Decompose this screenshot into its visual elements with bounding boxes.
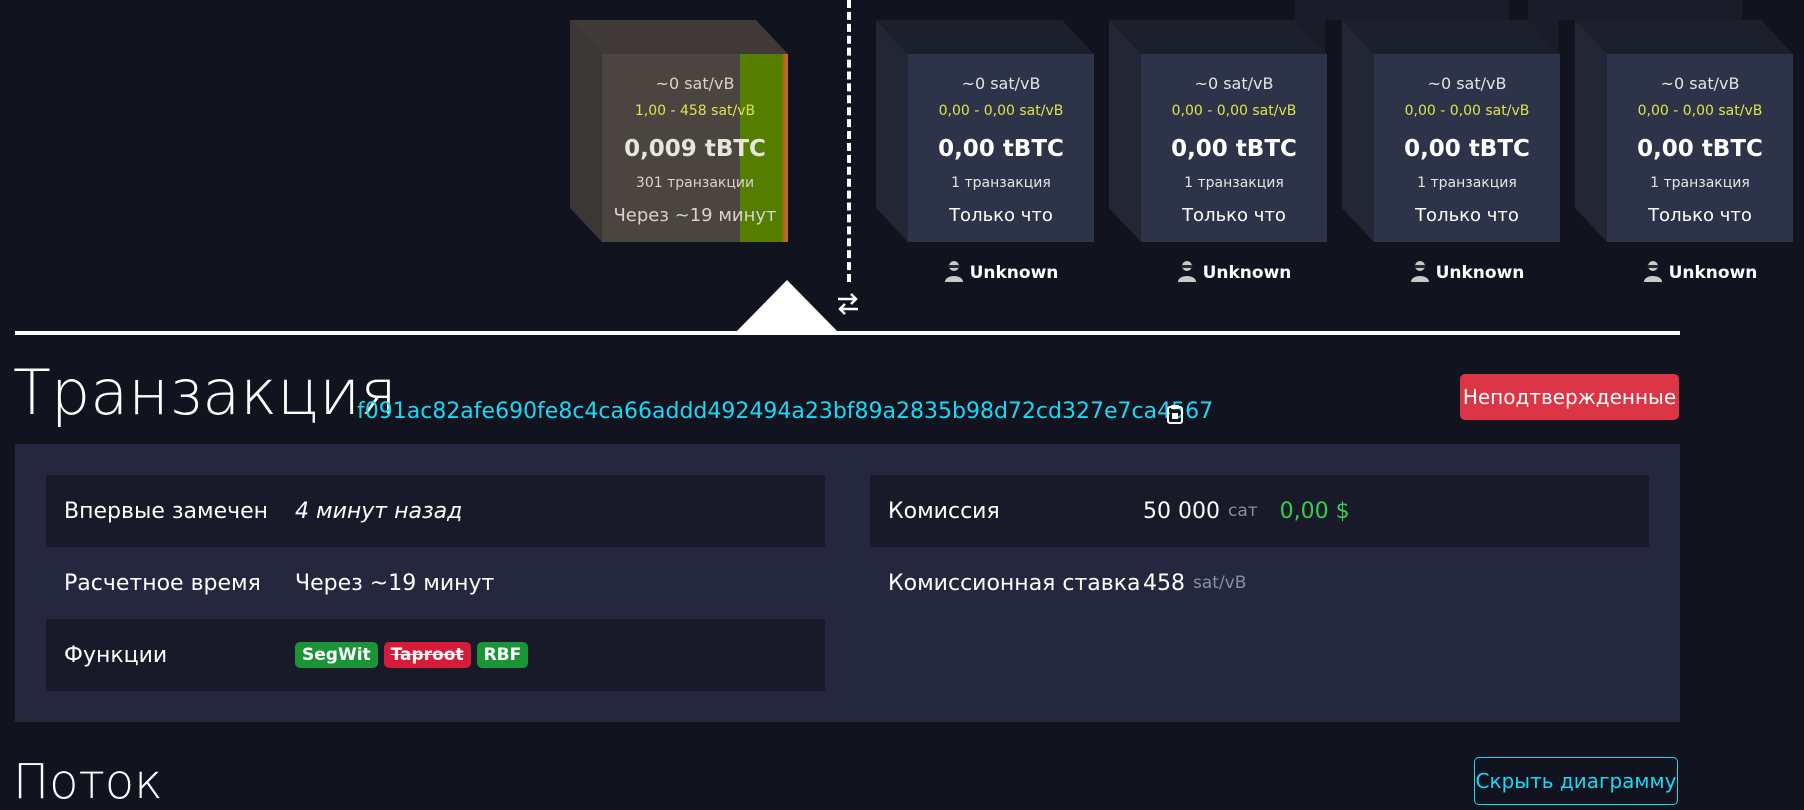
block-total: 0,00 tBTC	[938, 136, 1064, 162]
miner-label[interactable]: Unknown	[1374, 260, 1560, 283]
tag-segwit[interactable]: SegWit	[295, 642, 378, 668]
clipboard-icon[interactable]	[1166, 404, 1184, 428]
block[interactable]: ~0 sat/vB 0,00 - 0,00 sat/vB 0,00 tBTC 1…	[1575, 20, 1793, 242]
mempool-chain-divider	[847, 0, 851, 282]
hide-diagram-button[interactable]: Скрыть диаграмму	[1474, 757, 1678, 805]
fee-range: 0,00 - 0,00 sat/vB	[1171, 103, 1297, 119]
blockchain-baseline	[15, 331, 1680, 335]
miner-name: Unknown	[1435, 263, 1525, 283]
tx-count: 1 транзакция	[1417, 175, 1517, 191]
first-seen-label: Впервые замечен	[64, 498, 269, 524]
detail-row-features: Функции SegWit Taproot RBF	[46, 619, 825, 691]
page-title: Транзакция	[13, 356, 397, 429]
transaction-details: Впервые замечен 4 минут назад Расчетное …	[15, 444, 1680, 722]
miner-name: Unknown	[1668, 263, 1758, 283]
block[interactable]: ~0 sat/vB 0,00 - 0,00 sat/vB 0,00 tBTC 1…	[1109, 20, 1327, 242]
block-time: Только что	[949, 205, 1053, 226]
miner-name: Unknown	[1202, 263, 1292, 283]
feature-tags: SegWit Taproot RBF	[295, 642, 534, 668]
fee-range: 0,00 - 0,00 sat/vB	[1404, 103, 1530, 119]
fee-label: Комиссия	[888, 498, 1000, 524]
eta-label: Расчетное время	[64, 570, 261, 596]
block-total: 0,009 tBTC	[624, 136, 766, 162]
first-seen-value: 4 минут назад	[295, 498, 463, 524]
median-fee: ~0 sat/vB	[1660, 74, 1740, 93]
selected-block-arrow	[734, 280, 840, 334]
detail-row-fee-rate: Комиссионная ставка 458 sat/vB	[870, 547, 1649, 619]
miner-avatar-icon	[1177, 261, 1196, 282]
fee-value: 50 000	[1143, 498, 1220, 524]
block-total: 0,00 tBTC	[1404, 136, 1530, 162]
miner-avatar-icon	[1410, 261, 1429, 282]
block-time: Только что	[1182, 205, 1286, 226]
detail-row-eta: Расчетное время Через ~19 минут	[46, 547, 825, 619]
median-fee: ~0 sat/vB	[961, 74, 1041, 93]
detail-row-first-seen: Впервые замечен 4 минут назад	[46, 475, 825, 547]
block-time: Только что	[1648, 205, 1752, 226]
block[interactable]: ~0 sat/vB 0,00 - 0,00 sat/vB 0,00 tBTC 1…	[1342, 20, 1560, 242]
tag-rbf[interactable]: RBF	[476, 642, 529, 668]
block-stack-shadow	[1528, 0, 1742, 20]
tx-count: 1 транзакция	[1184, 175, 1284, 191]
mempool-block[interactable]: ~0 sat/vB 1,00 - 458 sat/vB 0,009 tBTC 3…	[570, 20, 788, 242]
miner-avatar-icon	[1643, 261, 1662, 282]
section-title-flow: Поток	[13, 754, 163, 810]
detail-row-fee: Комиссия 50 000 сат 0,00 $	[870, 475, 1649, 547]
miner-label[interactable]: Unknown	[1141, 260, 1327, 283]
status-badge: Неподтвержденные	[1460, 374, 1679, 420]
block-stack-shadow	[1295, 0, 1509, 20]
eta-value: Через ~19 минут	[295, 570, 495, 596]
tx-count: 301 транзакции	[635, 175, 755, 191]
miner-label[interactable]: Unknown	[1607, 260, 1793, 283]
block-total: 0,00 tBTC	[1171, 136, 1297, 162]
fee-unit: сат	[1227, 501, 1258, 521]
median-fee: ~0 sat/vB	[1427, 74, 1507, 93]
fee-rate-value: 458	[1143, 570, 1185, 596]
miner-name: Unknown	[969, 263, 1059, 283]
eta: Через ~19 минут	[613, 205, 777, 226]
median-fee: ~0 sat/vB	[1194, 74, 1274, 93]
block-total: 0,00 tBTC	[1637, 136, 1763, 162]
tx-count: 1 транзакция	[951, 175, 1051, 191]
fee-range: 0,00 - 0,00 sat/vB	[938, 103, 1064, 119]
fee-range: 0,00 - 0,00 sat/vB	[1637, 103, 1763, 119]
fee-usd: 0,00 $	[1279, 498, 1350, 524]
block-time: Только что	[1415, 205, 1519, 226]
tx-count: 1 транзакция	[1650, 175, 1750, 191]
median-fee: ~0 sat/vB	[655, 74, 735, 93]
fee-range: 1,00 - 458 sat/vB	[634, 103, 756, 119]
block[interactable]: ~0 sat/vB 0,00 - 0,00 sat/vB 0,00 tBTC 1…	[876, 20, 1094, 242]
fee-rate-unit: sat/vB	[1193, 573, 1247, 593]
txid-link[interactable]: f091ac82afe690fe8c4ca66addd492494a23bf89…	[357, 399, 1213, 424]
tag-taproot[interactable]: Taproot	[383, 642, 471, 668]
swap-arrows-icon[interactable]	[836, 293, 860, 320]
miner-label[interactable]: Unknown	[908, 260, 1094, 283]
fee-rate-label: Комиссионная ставка	[888, 570, 1141, 596]
features-label: Функции	[64, 642, 168, 668]
miner-avatar-icon	[944, 261, 963, 282]
